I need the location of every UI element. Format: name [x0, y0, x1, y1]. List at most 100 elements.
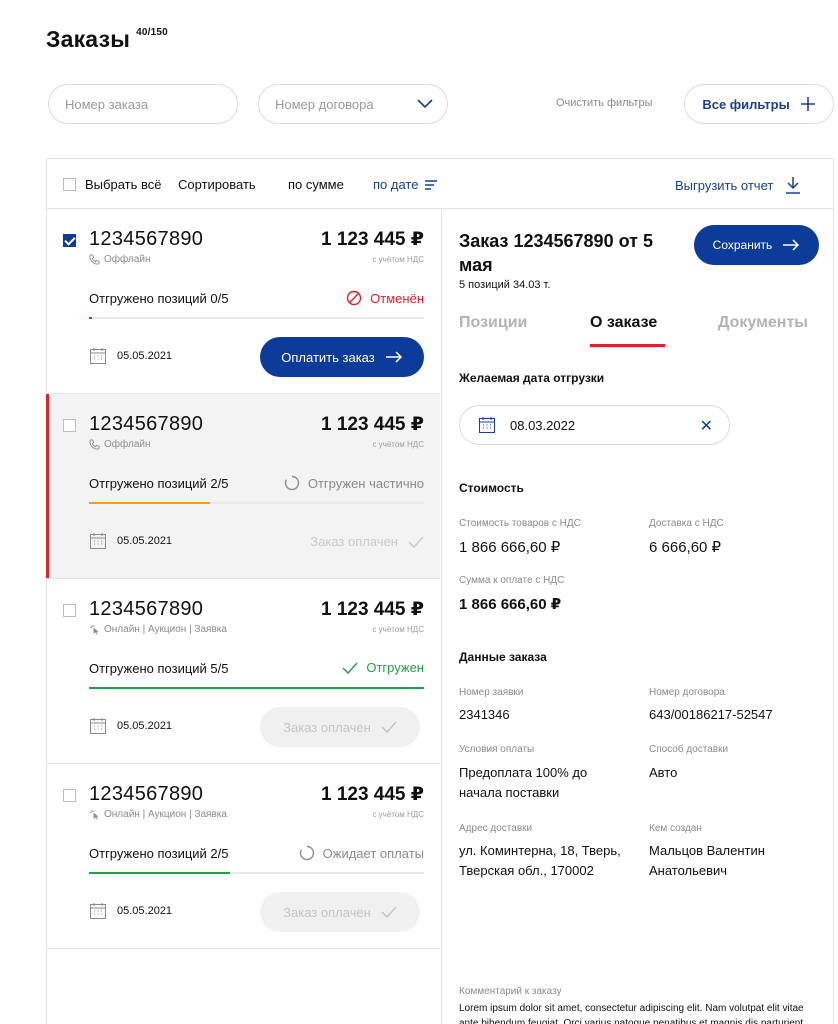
payment-terms-value: Предоплата 100% до начала поставки [459, 765, 588, 800]
shipment-progress [89, 502, 424, 504]
orders-panel: Выбрать всё Сортировать по сумме по дате… [46, 158, 834, 1024]
order-checkbox[interactable] [63, 234, 76, 247]
ship-date-value: 08.03.2022 [510, 417, 576, 433]
tab-documents[interactable]: Документы [718, 314, 808, 332]
shipment-progress [89, 872, 424, 874]
select-all-label[interactable]: Выбрать всё [85, 177, 161, 192]
delivery-cost-value: 6 666,60 ₽ [649, 539, 722, 556]
delivery-method-value: Авто [649, 765, 678, 780]
shipment-progress [89, 317, 424, 319]
tab-about-order[interactable]: О заказе [590, 314, 657, 332]
shipment-progress-fill [89, 872, 230, 874]
check-icon [381, 721, 397, 733]
contract-number-select[interactable]: Номер договора [258, 84, 448, 124]
order-channel-text: Оффлайн [104, 254, 151, 265]
check-icon [342, 661, 358, 674]
delivery-address-label: Адрес доставки [459, 823, 533, 834]
clear-filters-link[interactable]: Очистить фильтры [556, 97, 653, 109]
order-status: Отгружен частично [284, 475, 424, 491]
tab-positions[interactable]: Позиции [459, 314, 527, 332]
payment-terms-label: Условия оплаты [459, 744, 535, 755]
page-title-text: Заказы [46, 26, 131, 52]
order-date-text: 05.05.2021 [117, 535, 173, 547]
detail-title: Заказ 1234567890 от 5 мая [459, 231, 653, 275]
order-detail: Заказ 1234567890 от 5 мая 5 позиций 34.0… [441, 209, 833, 1024]
order-sum: 1 123 445 ₽ [320, 599, 424, 620]
phone-icon [89, 254, 100, 265]
order-paid-button[interactable]: Заказ оплачен [260, 707, 420, 747]
comment-text: Lorem ipsum dolor sit amet, consectetur … [459, 1003, 804, 1024]
order-number: 1234567890 [89, 228, 204, 250]
select-all-checkbox[interactable] [63, 178, 76, 191]
order-sum: 1 123 445 ₽ [320, 229, 424, 250]
comment-label: Комментарий к заказу [459, 986, 562, 997]
order-status: Ожидает оплаты [299, 845, 424, 861]
order-paid-indicator: Заказ оплачен [310, 534, 424, 549]
request-number-value: 2341346 [459, 707, 510, 722]
detail-subtitle: 5 позиций 34.03 т. [459, 279, 551, 291]
order-card[interactable]: 1234567890 Оффлайн 1 123 445 ₽ с учётом … [46, 394, 440, 579]
order-paid-label: Заказ оплачен [283, 719, 371, 735]
check-icon [408, 535, 424, 548]
all-filters-button[interactable]: Все фильтры [684, 84, 834, 124]
shipped-positions: Отгружено позиций 2/5 [89, 476, 229, 491]
order-vat-note: с учётом НДС [372, 440, 424, 449]
chevron-down-icon [417, 99, 433, 109]
pay-order-button[interactable]: Оплатить заказ [260, 337, 424, 377]
created-by-label: Кем создан [649, 823, 702, 834]
shipment-progress-fill [89, 502, 210, 504]
order-checkbox[interactable] [63, 789, 76, 802]
check-icon [381, 906, 397, 918]
order-date: 05.05.2021 [89, 532, 172, 550]
order-vat-note: с учётом НДС [372, 625, 424, 634]
order-card[interactable]: 1234567890 Оффлайн 1 123 445 ₽ с учётом … [47, 209, 440, 394]
ship-date-input[interactable]: 08.03.2022 ✕ [459, 405, 730, 445]
contract-number-value: 643/00186217-52547 [649, 707, 773, 722]
orders-list: 1234567890 Оффлайн 1 123 445 ₽ с учётом … [46, 209, 441, 1024]
export-report-label: Выгрузить отчет [675, 177, 774, 193]
cost-heading: Стоимость [459, 481, 524, 495]
ship-date-heading: Желаемая дата отгрузки [459, 371, 605, 385]
order-paid-label: Заказ оплачен [283, 904, 371, 920]
order-number: 1234567890 [89, 783, 204, 805]
order-number: 1234567890 [89, 598, 204, 620]
total-label: Сумма к оплате с НДС [459, 575, 565, 586]
goods-cost-value: 1 866 666,60 ₽ [459, 539, 561, 556]
order-channel: Онлайн | Аукцион | Заявка [89, 809, 227, 820]
sort-by-date-label: по дате [373, 177, 419, 192]
calendar-icon [89, 532, 107, 550]
pending-icon [299, 845, 315, 861]
order-card[interactable]: 1234567890 Онлайн | Аукцион | Заявка 1 1… [47, 579, 440, 764]
pay-order-label: Оплатить заказ [281, 349, 375, 365]
orders-count: 40/150 [136, 27, 168, 38]
all-filters-label: Все фильтры [702, 96, 790, 112]
order-number-input[interactable]: Номер заказа [48, 84, 238, 124]
plus-icon [800, 96, 816, 112]
order-sum: 1 123 445 ₽ [320, 414, 424, 435]
active-tab-indicator [590, 344, 665, 347]
shipment-progress-fill [89, 317, 93, 319]
sort-by-date[interactable]: по дате [373, 177, 438, 192]
calendar-icon [89, 902, 107, 920]
order-checkbox[interactable] [63, 419, 76, 432]
delivery-cost-label: Доставка с НДС [649, 518, 724, 529]
save-button[interactable]: Сохранить [694, 225, 819, 265]
export-report-button[interactable]: Выгрузить отчет [675, 176, 801, 194]
sort-by-sum[interactable]: по сумме [288, 177, 344, 192]
close-icon[interactable]: ✕ [700, 416, 713, 436]
order-card[interactable]: 1234567890 Онлайн | Аукцион | Заявка 1 1… [47, 764, 440, 949]
arrow-right-icon [385, 351, 403, 363]
order-date: 05.05.2021 [89, 902, 172, 920]
order-vat-note: с учётом НДС [372, 810, 424, 819]
order-number: 1234567890 [89, 413, 204, 435]
order-data-heading: Данные заказа [459, 650, 547, 664]
calendar-icon [89, 717, 107, 735]
order-number-placeholder: Номер заказа [65, 96, 149, 112]
shipped-positions: Отгружено позиций 2/5 [89, 846, 229, 861]
list-toolbar: Выбрать всё Сортировать по сумме по дате… [47, 159, 833, 209]
order-paid-button[interactable]: Заказ оплачен [260, 892, 420, 932]
calendar-icon [478, 416, 496, 434]
order-channel-text: Оффлайн [104, 439, 151, 450]
contract-number-label: Номер договора [649, 687, 725, 698]
order-checkbox[interactable] [63, 604, 76, 617]
